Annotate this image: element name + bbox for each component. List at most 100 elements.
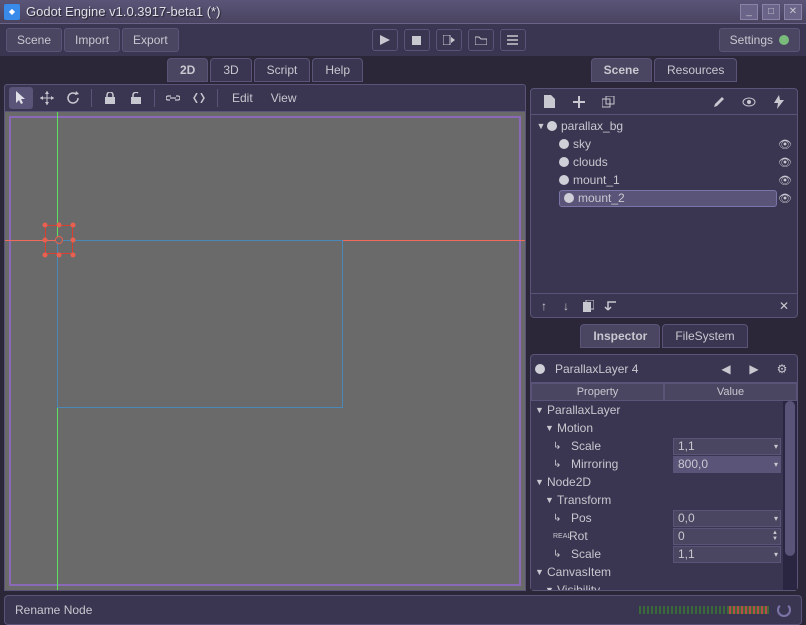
node-type-icon bbox=[559, 175, 569, 185]
tab-help[interactable]: Help bbox=[312, 58, 363, 82]
inspector-header: ParallaxLayer 4 ◀ ▶ ⚙ bbox=[531, 355, 797, 383]
selection-handle[interactable] bbox=[71, 238, 76, 243]
viewport-view-menu[interactable]: View bbox=[263, 91, 305, 105]
history-forward-icon[interactable]: ▶ bbox=[743, 359, 765, 379]
selection-handle[interactable] bbox=[71, 253, 76, 258]
prop-scale2-value[interactable]: 1,1▾ bbox=[673, 546, 781, 563]
close-button[interactable]: ✕ bbox=[784, 4, 802, 20]
selection-handle[interactable] bbox=[71, 223, 76, 228]
node-label: parallax_bg bbox=[561, 119, 793, 133]
busy-spinner-icon bbox=[777, 603, 791, 617]
maximize-button[interactable]: □ bbox=[762, 4, 780, 20]
prop-mirroring-value[interactable]: 800,0▾ bbox=[673, 456, 781, 473]
play-scene-button[interactable] bbox=[436, 29, 462, 51]
tree-node-selected[interactable]: mount_2 👁 bbox=[535, 189, 793, 207]
list-button[interactable] bbox=[500, 29, 526, 51]
selection-handle[interactable] bbox=[43, 238, 48, 243]
duplicate-icon[interactable] bbox=[581, 295, 595, 317]
tab-script[interactable]: Script bbox=[254, 58, 311, 82]
inspector-scrollbar[interactable] bbox=[783, 401, 797, 590]
rotate-tool-icon[interactable] bbox=[61, 87, 85, 109]
selection-handle[interactable] bbox=[43, 253, 48, 258]
tab-inspector[interactable]: Inspector bbox=[580, 324, 660, 348]
unlock-tool-icon[interactable] bbox=[124, 87, 148, 109]
select-tool-icon[interactable] bbox=[9, 87, 33, 109]
section-node2d[interactable]: ▼Node2D bbox=[531, 473, 797, 491]
scene-toolbar bbox=[531, 89, 797, 115]
visibility-icon[interactable]: 👁 bbox=[777, 138, 793, 151]
selection-handle[interactable] bbox=[57, 253, 62, 258]
viewport-toolbar: Edit View bbox=[4, 84, 526, 112]
scene-tree[interactable]: ▼ parallax_bg sky 👁 clo bbox=[531, 115, 797, 293]
move-up-icon[interactable]: ↑ bbox=[537, 295, 551, 317]
node-type-icon bbox=[564, 193, 574, 203]
prop-scale: ↳Scale 1,1▾ bbox=[531, 437, 797, 455]
dropdown-icon[interactable]: ▾ bbox=[774, 550, 778, 559]
section-parallaxlayer[interactable]: ▼ParallaxLayer bbox=[531, 401, 797, 419]
selection-pivot[interactable] bbox=[55, 236, 63, 244]
node-label: mount_1 bbox=[573, 173, 777, 187]
section-transform[interactable]: ▼Transform bbox=[531, 491, 797, 509]
add-node-icon[interactable] bbox=[567, 91, 591, 113]
selection-handle[interactable] bbox=[57, 223, 62, 228]
play-button[interactable] bbox=[372, 29, 398, 51]
reparent-icon[interactable] bbox=[603, 295, 617, 317]
stop-button[interactable] bbox=[404, 29, 430, 51]
lock-tool-icon[interactable] bbox=[98, 87, 122, 109]
tree-node-root[interactable]: ▼ parallax_bg bbox=[535, 117, 793, 135]
prop-pos-value[interactable]: 0,0▾ bbox=[673, 510, 781, 527]
dropdown-icon[interactable]: ▾ bbox=[774, 460, 778, 469]
move-down-icon[interactable]: ↓ bbox=[559, 295, 573, 317]
tab-resources[interactable]: Resources bbox=[654, 58, 737, 82]
col-property: Property bbox=[531, 383, 664, 401]
delete-node-icon[interactable]: ✕ bbox=[777, 295, 791, 317]
visibility-icon[interactable]: 👁 bbox=[777, 156, 793, 169]
dropdown-icon[interactable]: ▾ bbox=[774, 514, 778, 523]
node-label: clouds bbox=[573, 155, 777, 169]
inspector-body[interactable]: ▼ParallaxLayer ▼Motion ↳Scale 1,1▾ ↳Mirr… bbox=[531, 401, 797, 590]
scrollbar-thumb[interactable] bbox=[785, 401, 795, 556]
tab-3d[interactable]: 3D bbox=[210, 58, 251, 82]
prop-scale-value[interactable]: 1,1▾ bbox=[673, 438, 781, 455]
signals-icon[interactable] bbox=[767, 91, 791, 113]
history-back-icon[interactable]: ◀ bbox=[715, 359, 737, 379]
new-node-icon[interactable] bbox=[537, 91, 561, 113]
edit-icon[interactable] bbox=[707, 91, 731, 113]
minimize-button[interactable]: _ bbox=[740, 4, 758, 20]
scene-panel: ▼ parallax_bg sky 👁 clo bbox=[530, 88, 798, 318]
prop-scale2: ↳Scale 1,1▾ bbox=[531, 545, 797, 563]
menu-export[interactable]: Export bbox=[122, 28, 179, 52]
section-canvasitem[interactable]: ▼CanvasItem bbox=[531, 563, 797, 581]
viewport-edit-menu[interactable]: Edit bbox=[224, 91, 261, 105]
section-visibility[interactable]: ▼Visibility bbox=[531, 581, 797, 590]
tab-2d[interactable]: 2D bbox=[167, 58, 208, 82]
prop-rot: REALRot 0▲▼ bbox=[531, 527, 797, 545]
menu-scene[interactable]: Scene bbox=[6, 28, 62, 52]
code-tool-icon[interactable] bbox=[187, 87, 211, 109]
selection-handle[interactable] bbox=[43, 223, 48, 228]
link-tool-icon[interactable] bbox=[161, 87, 185, 109]
tree-node[interactable]: clouds 👁 bbox=[535, 153, 793, 171]
viewport-2d[interactable] bbox=[4, 112, 526, 591]
settings-button[interactable]: Settings bbox=[719, 28, 800, 52]
dropdown-icon[interactable]: ▾ bbox=[774, 442, 778, 451]
instance-icon[interactable] bbox=[597, 91, 621, 113]
tree-node[interactable]: mount_1 👁 bbox=[535, 171, 793, 189]
tab-scene[interactable]: Scene bbox=[591, 58, 652, 82]
open-button[interactable] bbox=[468, 29, 494, 51]
visibility-toggle-icon[interactable] bbox=[737, 91, 761, 113]
move-tool-icon[interactable] bbox=[35, 87, 59, 109]
title-bar: ◆ Godot Engine v1.0.3917-beta1 (*) _ □ ✕ bbox=[0, 0, 806, 24]
menu-import[interactable]: Import bbox=[64, 28, 120, 52]
inspector-settings-icon[interactable]: ⚙ bbox=[771, 359, 793, 379]
tab-filesystem[interactable]: FileSystem bbox=[662, 324, 747, 348]
visibility-icon[interactable]: 👁 bbox=[777, 174, 793, 187]
node-type-icon bbox=[547, 121, 557, 131]
vector2-icon: ↳ bbox=[553, 549, 567, 560]
section-motion[interactable]: ▼Motion bbox=[531, 419, 797, 437]
spinner-icon[interactable]: ▲▼ bbox=[772, 530, 778, 542]
expand-icon[interactable]: ▼ bbox=[535, 121, 547, 131]
tree-node[interactable]: sky 👁 bbox=[535, 135, 793, 153]
prop-rot-value[interactable]: 0▲▼ bbox=[673, 528, 781, 545]
visibility-icon[interactable]: 👁 bbox=[777, 192, 793, 205]
